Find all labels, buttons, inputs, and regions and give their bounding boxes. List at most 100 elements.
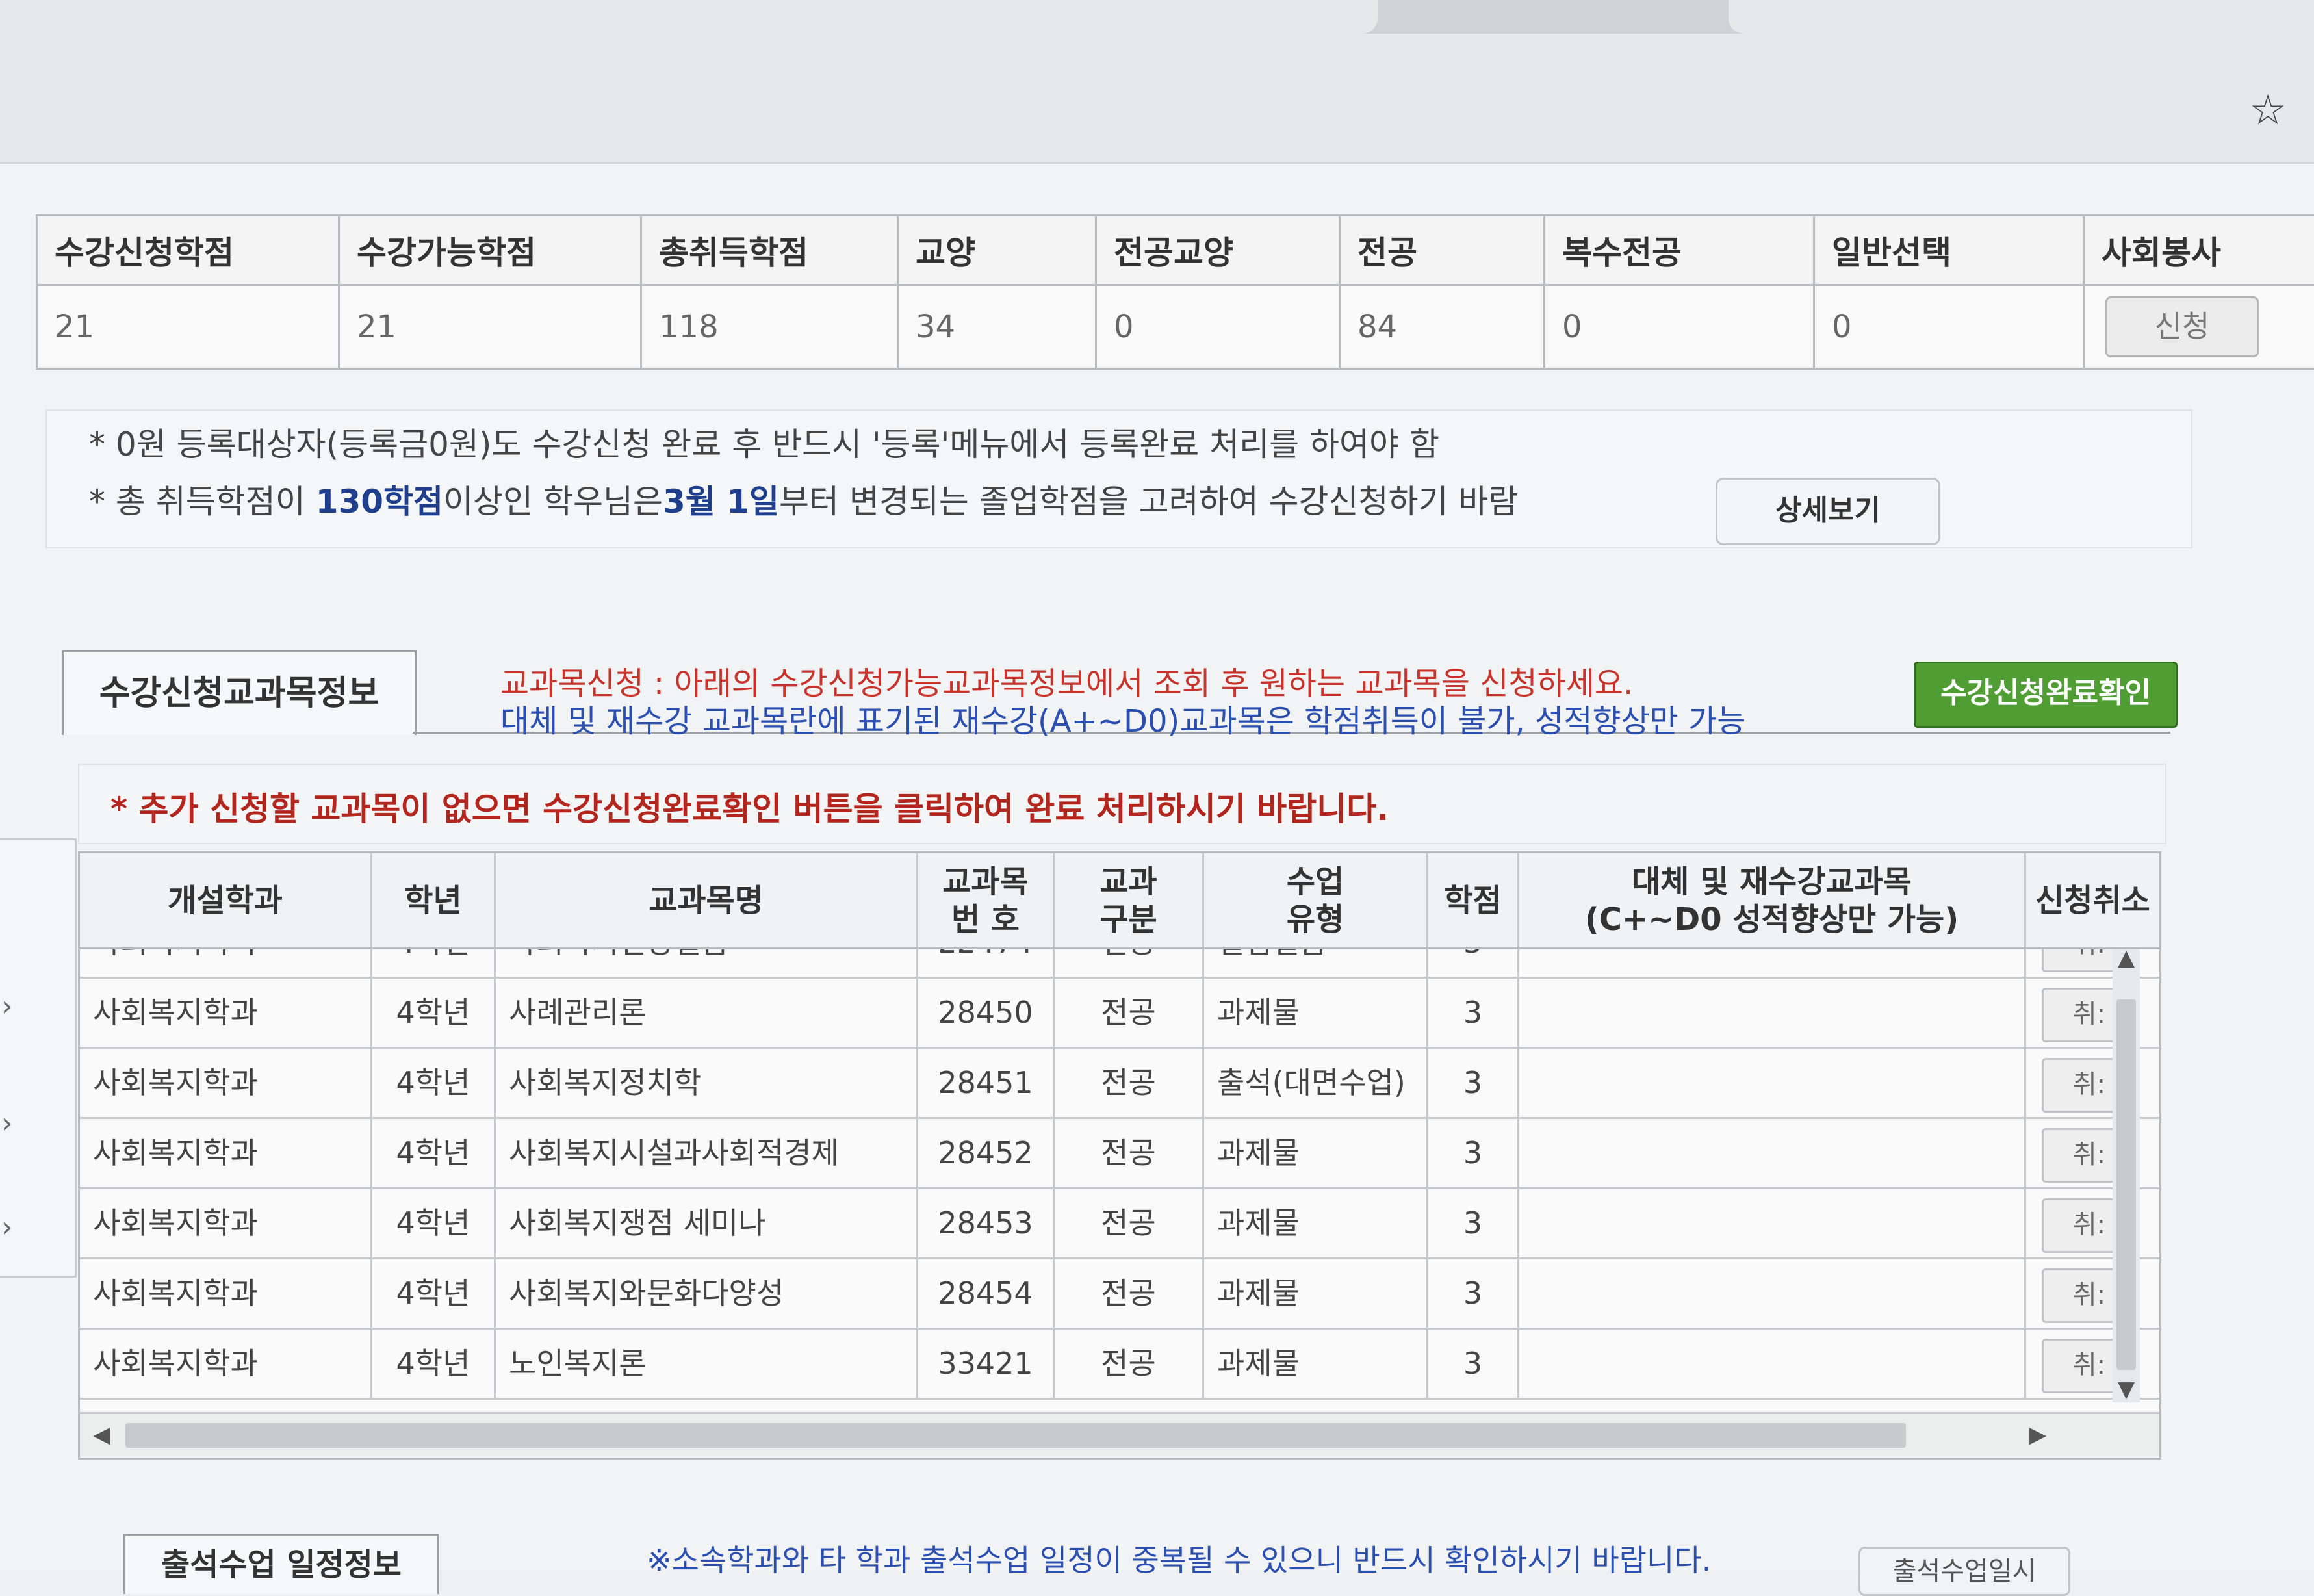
cell-course-name: 사회복지정치학 (496, 1049, 918, 1117)
cell-course-name: 사례관리론 (496, 979, 918, 1047)
cell-retake (1519, 1189, 2026, 1257)
cell-course-code: 28451 (918, 1049, 1055, 1117)
cell-course-code: 28453 (918, 1189, 1055, 1257)
cell-course-name: 사회복지쟁점 세미나 (496, 1189, 918, 1257)
notice-highlight-date: 3월 1일 (663, 483, 779, 521)
header-social-service: 사회봉사 (2084, 216, 2314, 285)
tab-attendance-schedule[interactable]: 출석수업 일정정보 (123, 1534, 439, 1594)
cell-course-code: 33421 (918, 1330, 1055, 1398)
notice-line-2: * 총 취득학점이 130학점이상인 학우님은3월 1일부터 변경되는 졸업학점… (89, 476, 1518, 522)
cell-course-code: 28450 (918, 979, 1055, 1047)
bookmark-star-icon[interactable]: ☆ (2245, 88, 2291, 133)
cell-course-type: 전공 (1055, 1189, 1204, 1257)
value-liberal-arts: 34 (898, 285, 1096, 369)
cell-class-mode: 과제물 (1204, 1119, 1428, 1187)
scroll-down-icon[interactable]: ▼ (2118, 1376, 2135, 1402)
value-major: 84 (1340, 285, 1545, 369)
cell-course-type: 전공 (1055, 1049, 1204, 1117)
col-header-course-type: 교과 구분 (1055, 853, 1204, 947)
cell-credit: 3 (1428, 1259, 1519, 1328)
value-total-earned-credits: 118 (641, 285, 898, 369)
scroll-right-icon[interactable]: ▶ (2029, 1422, 2046, 1448)
cell-class-mode: 과제물 (1204, 979, 1428, 1047)
cell-dept: 사회복지학과 (80, 1330, 372, 1398)
col-header-cancel: 신청취소 (2026, 853, 2159, 947)
col-header-year: 학년 (372, 853, 496, 947)
vertical-scroll-thumb[interactable] (2116, 999, 2136, 1370)
cell-class-mode: 과제물 (1204, 1189, 1428, 1257)
registration-complete-button[interactable]: 수강신청완료확인 (1914, 662, 2178, 728)
cell-credit: 3 (1428, 1189, 1519, 1257)
header-available-credits: 수강가능학점 (339, 216, 641, 285)
chevron-right-icon[interactable]: › (1, 1211, 13, 1244)
credits-header-row: 수강신청학점 수강가능학점 총취득학점 교양 전공교양 전공 복수전공 일반선택… (37, 216, 2314, 285)
table-row: 사회복지학과4학년사회복지쟁점 세미나28453전공과제물3취: (80, 1189, 2159, 1259)
cell-retake (1519, 1259, 2026, 1328)
notice-line-2-suffix: 부터 변경되는 졸업학점을 고려하여 수강신청하기 바람 (779, 483, 1518, 521)
cell-retake (1519, 1330, 2026, 1398)
cell-class-mode: 출석(대면수업) (1204, 1049, 1428, 1117)
col-header-retake-line2: (C+~D0 성적향상만 가능) (1585, 901, 1959, 938)
col-header-course-code-line1: 교과목 (942, 863, 1028, 901)
value-general-elective: 0 (1814, 285, 2084, 369)
attendance-schedule-note: ※소속학과와 타 학과 출석수업 일정이 중복될 수 있으니 반드시 확인하시기… (647, 1537, 1711, 1580)
col-header-course-name: 교과목명 (496, 853, 918, 947)
horizontal-scrollbar[interactable]: ◀ ▶ (80, 1412, 2159, 1457)
header-major: 전공 (1340, 216, 1545, 285)
chevron-right-icon[interactable]: › (1, 1107, 13, 1140)
cell-class-mode: 과제물 (1204, 1259, 1428, 1328)
header-total-earned-credits: 총취득학점 (641, 216, 898, 285)
notice-highlight-credits: 130학점 (316, 483, 443, 521)
cell-credit: 3 (1428, 1049, 1519, 1117)
col-header-class-mode-line2: 유형 (1287, 901, 1344, 938)
table-row: 사회복지학과4학년사회복지시설과사회적경제28452전공과제물3취: (80, 1119, 2159, 1189)
col-header-course-code: 교과목 번 호 (918, 853, 1055, 947)
col-header-course-type-line1: 교과 (1099, 863, 1157, 901)
notice-line-1: * 0원 등록대상자(등록금0원)도 수강신청 완료 후 반드시 '등록'메뉴에… (89, 418, 1439, 465)
social-service-cell: 신청 (2084, 285, 2314, 369)
browser-toolbar: ☆ (0, 0, 2314, 164)
col-header-retake: 대체 및 재수강교과목 (C+~D0 성적향상만 가능) (1519, 853, 2026, 947)
cell-course-code: 28452 (918, 1119, 1055, 1187)
left-sidebar-fragment: › › › (0, 838, 77, 1278)
chevron-right-icon[interactable]: › (1, 990, 13, 1023)
notice-line-2-mid: 이상인 학우님은 (443, 483, 663, 521)
cell-dept: 사회복지학과 (80, 1259, 372, 1328)
col-header-dept: 개설학과 (80, 853, 372, 947)
cell-year: 4학년 (372, 979, 496, 1047)
cell-year: 4학년 (372, 1049, 496, 1117)
cell-course-code: 28454 (918, 1259, 1055, 1328)
col-header-credit: 학점 (1428, 853, 1519, 947)
cell-dept: 사회복지학과 (80, 979, 372, 1047)
detail-view-button[interactable]: 상세보기 (1716, 478, 1940, 545)
cell-credit: 3 (1428, 1119, 1519, 1187)
col-header-class-mode: 수업 유형 (1204, 853, 1428, 947)
table-row: 사회복지학과4학년노인복지론33421전공과제물3취: (80, 1330, 2159, 1400)
cell-course-type: 전공 (1055, 979, 1204, 1047)
cell-credit: 3 (1428, 979, 1519, 1047)
vertical-scrollbar[interactable]: ▲ ▼ (2113, 947, 2140, 1402)
cell-dept: 사회복지학과 (80, 1049, 372, 1117)
cell-retake (1519, 1119, 2026, 1187)
col-header-retake-line1: 대체 및 재수강교과목 (1632, 863, 1912, 901)
completion-warning: * 추가 신청할 교과목이 없으면 수강신청완료확인 버튼을 클릭하여 완료 처… (110, 783, 1389, 830)
value-double-major: 0 (1545, 285, 1814, 369)
course-table-header: 개설학과 학년 교과목명 교과목 번 호 교과 구분 수업 유형 학점 대체 및… (80, 853, 2159, 949)
tab-course-info[interactable]: 수강신청교과목정보 (62, 650, 417, 735)
header-requested-credits: 수강신청학점 (37, 216, 339, 285)
cell-year: 4학년 (372, 1259, 496, 1328)
scroll-left-icon[interactable]: ◀ (93, 1422, 110, 1448)
cell-year: 4학년 (372, 1119, 496, 1187)
browser-tab-active[interactable] (0, 0, 1378, 34)
cell-course-type: 전공 (1055, 1119, 1204, 1187)
credits-summary-table: 수강신청학점 수강가능학점 총취득학점 교양 전공교양 전공 복수전공 일반선택… (36, 214, 2314, 370)
table-row: 사회복지학과4학년사회복지정치학28451전공출석(대면수업)3취: (80, 1049, 2159, 1119)
social-service-apply-button[interactable]: 신청 (2105, 296, 2259, 357)
header-double-major: 복수전공 (1545, 216, 1814, 285)
cell-credit: 3 (1428, 1330, 1519, 1398)
horizontal-scroll-thumb[interactable] (125, 1423, 1906, 1448)
header-major-liberal: 전공교양 (1096, 216, 1340, 285)
browser-tab[interactable] (1729, 0, 2314, 34)
attendance-datetime-button[interactable]: 출석수업일시 (1858, 1547, 2070, 1596)
cell-course-name: 사회복지시설과사회적경제 (496, 1119, 918, 1187)
